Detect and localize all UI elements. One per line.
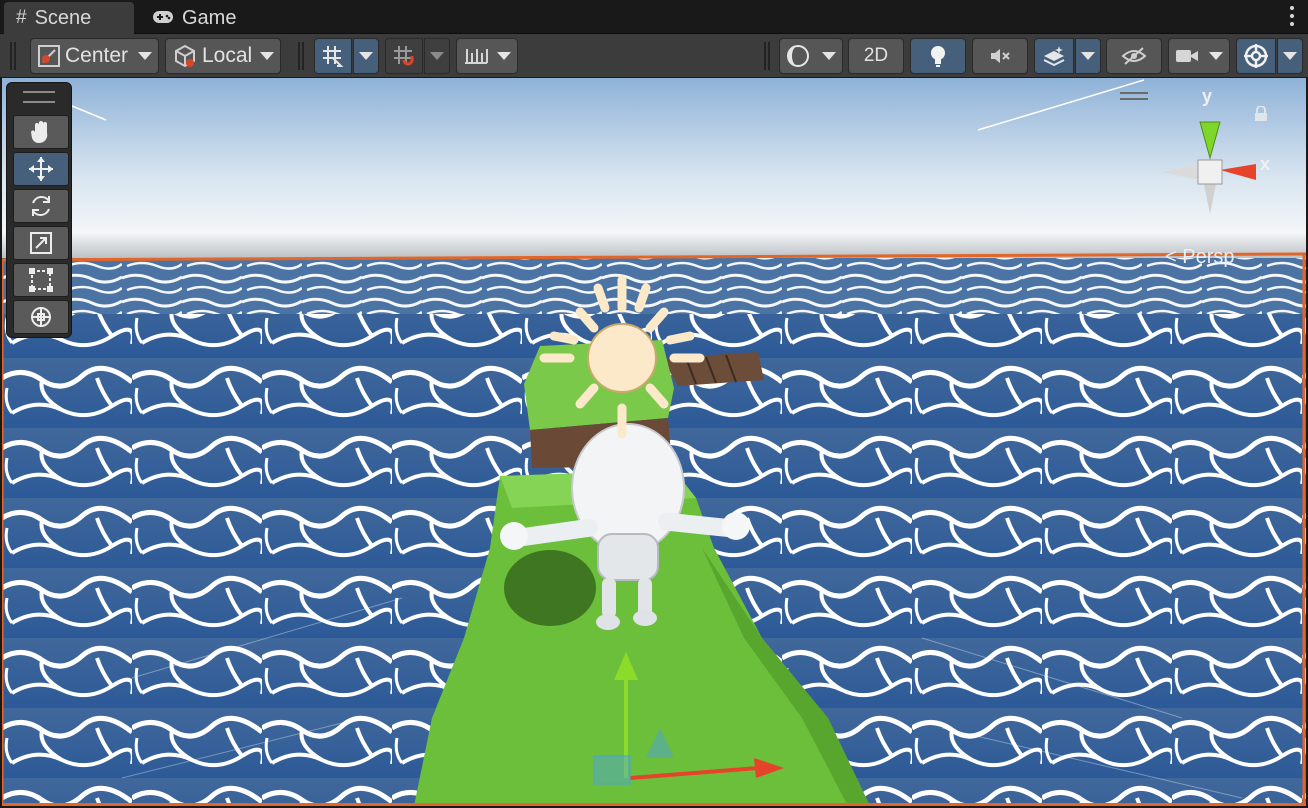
window-tab-bar: # Scene Game xyxy=(0,0,1308,34)
chevron-down-icon xyxy=(430,52,444,60)
snap-settings-dropdown[interactable] xyxy=(456,38,518,74)
scene-viewport[interactable] xyxy=(2,78,1306,806)
increment-snap-toggle[interactable] xyxy=(385,38,423,74)
increment-snap-menu[interactable] xyxy=(424,38,450,74)
projection-toggle[interactable]: < Persp xyxy=(1165,246,1235,269)
toolbar-grip[interactable] xyxy=(764,42,770,70)
rect-transform-icon xyxy=(28,267,54,293)
tab-game[interactable]: Game xyxy=(140,2,250,34)
chevron-down-icon xyxy=(260,52,274,60)
pivot-center-icon xyxy=(37,44,61,68)
transform-tool-button[interactable] xyxy=(13,300,69,334)
palette-drag-handle[interactable] xyxy=(23,91,55,103)
scene-visibility-toggle[interactable] xyxy=(1106,38,1162,74)
scene-render[interactable] xyxy=(2,78,1306,806)
effects-menu[interactable] xyxy=(1075,38,1101,74)
xz-plane-handle[interactable] xyxy=(593,755,631,785)
y-axis-label: y xyxy=(1202,86,1213,106)
ruler-icon xyxy=(463,45,489,67)
shading-sphere-icon xyxy=(786,44,810,68)
gizmos-menu[interactable] xyxy=(1277,38,1303,74)
tab-scene-label: Scene xyxy=(34,6,92,29)
grid-snap-icon xyxy=(321,44,345,68)
layers-sparkle-icon xyxy=(1042,44,1066,68)
scene-toolbar: Center Local 2D xyxy=(0,34,1308,78)
chevron-down-icon xyxy=(1081,52,1095,60)
tab-game-label: Game xyxy=(182,6,237,29)
scale-tool-button[interactable] xyxy=(13,226,69,260)
transform-icon xyxy=(28,304,54,330)
y-axis-cone-gizmo[interactable] xyxy=(1199,121,1221,160)
x-axis-label: x xyxy=(1260,154,1271,174)
local-cube-icon xyxy=(172,43,198,69)
draw-mode-dropdown[interactable] xyxy=(779,38,843,74)
grid-snap-toggle[interactable] xyxy=(314,38,352,74)
move-arrows-icon xyxy=(27,155,55,183)
orientation-gizmo[interactable]: y x xyxy=(1150,86,1280,222)
rect-tool-button[interactable] xyxy=(13,263,69,297)
grid-snap-menu[interactable] xyxy=(353,38,379,74)
magnet-grid-icon xyxy=(392,44,416,68)
chevron-down-icon xyxy=(822,52,836,60)
neg-y-axis-cone[interactable] xyxy=(1204,184,1216,214)
scale-icon xyxy=(29,231,53,255)
rotate-tool-button[interactable] xyxy=(13,189,69,223)
pivot-rotation-label: Local xyxy=(202,44,253,67)
pivot-rotation-dropdown[interactable]: Local xyxy=(165,38,281,74)
camera-settings-dropdown[interactable] xyxy=(1168,38,1230,74)
speaker-muted-icon xyxy=(988,45,1012,67)
gizmo-center-cube[interactable] xyxy=(1197,159,1223,185)
pivot-mode-dropdown[interactable]: Center xyxy=(30,38,159,74)
more-options-icon[interactable] xyxy=(1288,6,1296,28)
mode-2d-label: 2D xyxy=(863,45,889,66)
grid-hash-icon: # xyxy=(16,7,27,28)
tab-scene[interactable]: # Scene xyxy=(4,2,134,34)
skybox xyxy=(2,78,1306,260)
chevron-down-icon xyxy=(138,52,152,60)
video-camera-icon xyxy=(1175,47,1199,65)
water-plane-far xyxy=(2,258,1306,318)
eye-slash-icon xyxy=(1121,46,1147,66)
gamepad-icon xyxy=(152,7,174,30)
projection-label: Persp xyxy=(1182,246,1235,268)
x-axis-cone-gizmo[interactable] xyxy=(1220,164,1256,180)
tools-palette xyxy=(6,82,72,338)
lighting-toggle[interactable] xyxy=(910,38,966,74)
audio-toggle[interactable] xyxy=(972,38,1028,74)
pivot-mode-label: Center xyxy=(65,44,129,67)
chevron-down-icon xyxy=(497,52,511,60)
effects-toggle[interactable] xyxy=(1034,38,1074,74)
hand-icon xyxy=(29,119,53,145)
lightbulb-icon xyxy=(928,44,948,68)
gizmo-globe-icon xyxy=(1243,43,1269,69)
mode-2d-toggle[interactable]: 2D xyxy=(848,38,904,74)
hand-tool-button[interactable] xyxy=(13,115,69,149)
toolbar-grip[interactable] xyxy=(298,42,304,70)
chevron-down-icon xyxy=(1283,52,1297,60)
toolbar-grip[interactable] xyxy=(10,42,16,70)
rotate-icon xyxy=(28,193,54,219)
gizmos-toggle[interactable] xyxy=(1236,38,1276,74)
lock-icon[interactable] xyxy=(1254,105,1268,127)
chevron-down-icon xyxy=(1209,52,1223,60)
gizmo-drag-handle[interactable] xyxy=(1120,92,1148,100)
chevron-down-icon xyxy=(359,52,373,60)
chevron-left-icon: < xyxy=(1165,246,1177,268)
character-shadow xyxy=(504,550,596,626)
move-tool-button[interactable] xyxy=(13,152,69,186)
neg-x-axis-cone[interactable] xyxy=(1162,164,1200,180)
